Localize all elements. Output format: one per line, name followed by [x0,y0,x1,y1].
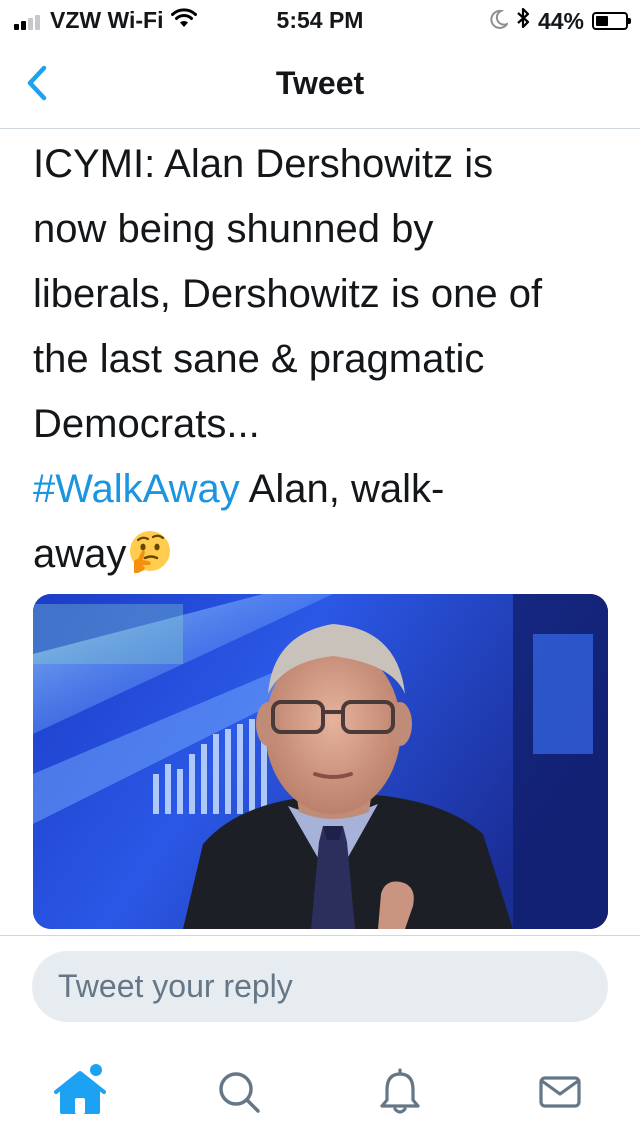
tab-notifications[interactable] [370,1062,430,1122]
notification-dot [90,1064,102,1076]
divider [0,935,640,936]
hashtag-link[interactable]: #WalkAway [33,467,240,511]
tweet-text-line: the last sane & pragmatic [33,337,485,381]
tab-home[interactable] [50,1062,110,1122]
tweet-text-fragment: Alan, walk- [239,467,445,511]
tweet-text-fragment: away [33,532,127,576]
nav-header: Tweet [0,40,640,129]
tab-messages[interactable] [530,1062,590,1122]
home-icon [54,1064,106,1114]
status-right: 44% [482,7,631,35]
battery-icon [592,12,631,30]
tab-bar [0,1040,640,1136]
thinking-face-emoji [130,531,171,573]
tweet-text-line: ICYMI: Alan Dershowitz is [33,142,494,186]
tweet-text-line: Democrats... [33,402,260,446]
tweet-image[interactable] [33,594,608,929]
page-title: Tweet [275,65,365,101]
search-icon [219,1072,260,1113]
tweet-text-line: #WalkAway Alan, walk- [33,457,608,522]
notifications-bell-icon [380,1068,420,1114]
battery-percent: 44% [537,7,584,34]
moon-icon [490,8,510,35]
status-bar: VZW Wi-Fi 5:54 PM 44% [0,0,640,40]
tweet-text-line: now being shunned by [33,207,434,251]
messages-envelope-icon [539,1076,581,1108]
tweet-text-line: liberals, Dershowitz is one of [33,272,543,316]
tweet-text: ICYMI: Alan Dershowitz is now being shun… [33,132,608,587]
tab-search[interactable] [209,1062,269,1122]
tweet-photo [33,594,608,929]
reply-input[interactable]: Tweet your reply [32,951,608,1022]
tweet-text-line: away [33,522,608,587]
bluetooth-icon [516,7,530,35]
